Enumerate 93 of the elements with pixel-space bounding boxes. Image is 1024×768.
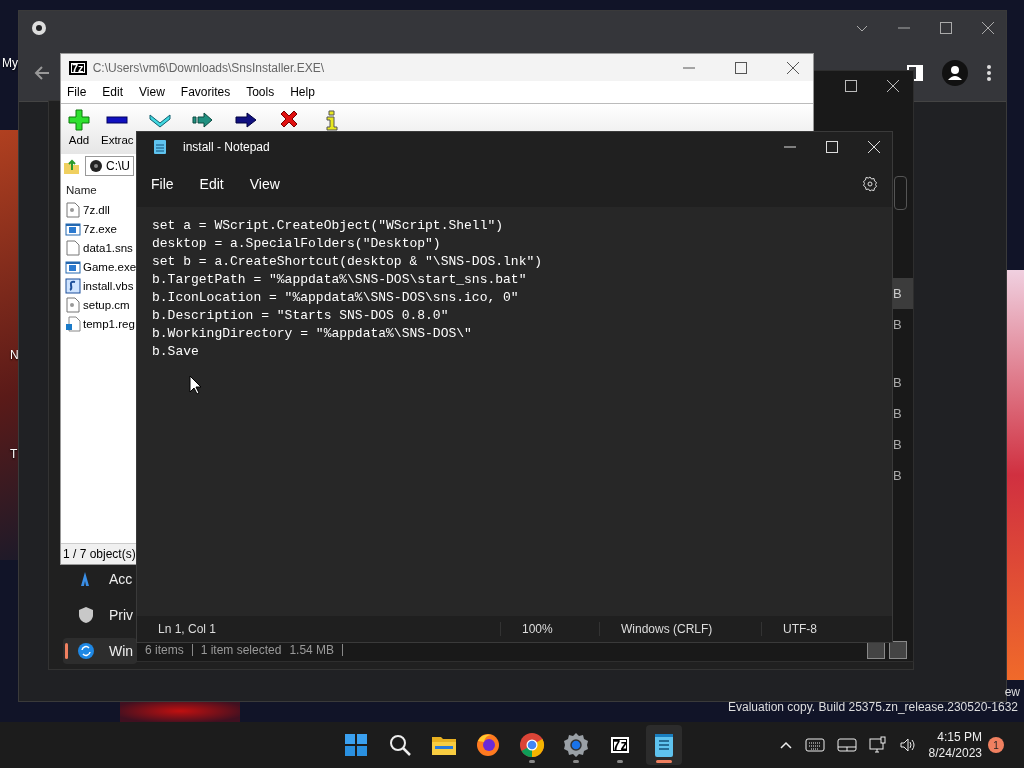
close-button[interactable] xyxy=(982,22,994,34)
desktop-icon-label[interactable]: T xyxy=(10,447,18,461)
app-logo: 7z xyxy=(69,60,87,75)
window-file-icon xyxy=(65,220,81,237)
status-text: 1 / 7 object(s) xyxy=(63,547,136,561)
menu-item[interactable]: Favorites xyxy=(180,85,231,99)
gear-file-icon xyxy=(65,296,81,313)
blocks-file-icon xyxy=(65,315,81,332)
file-row[interactable]: setup.cm xyxy=(65,295,130,314)
start-icon xyxy=(343,732,369,758)
tiles-view-button[interactable] xyxy=(889,641,907,659)
more-icon[interactable] xyxy=(986,64,992,82)
shield-icon xyxy=(77,606,95,624)
column-header[interactable]: Name xyxy=(65,182,97,200)
toolbar-button[interactable]: Extrac xyxy=(101,108,134,146)
file-row[interactable]: install.vbs xyxy=(65,276,134,295)
menu-item[interactable]: File xyxy=(67,85,87,99)
file-row[interactable]: 7z.exe xyxy=(65,219,117,238)
size-cell-text: B xyxy=(892,467,903,485)
file-row[interactable]: Game.exe xyxy=(65,257,137,276)
keyboard-icon[interactable] xyxy=(804,738,825,752)
code-line: desktop = a.SpecialFolders("Desktop") xyxy=(152,235,442,253)
version-text: ew xyxy=(1004,685,1020,699)
drive-icon xyxy=(89,159,103,173)
mouse-cursor-icon xyxy=(189,375,203,395)
menu-item[interactable]: File xyxy=(151,176,174,192)
size-cell-text: B xyxy=(892,374,903,392)
desktop-icon-label[interactable]: My xyxy=(2,56,18,70)
size-cell-text: B xyxy=(892,405,903,423)
menu-item[interactable]: View xyxy=(139,85,165,99)
sidebar-item[interactable]: Acc xyxy=(63,566,137,592)
size-cell-text: B xyxy=(892,436,903,454)
menu-item[interactable]: Edit xyxy=(199,176,224,192)
code-line: b.WorkingDirectory = "%appdata%\SNS-DOS\" xyxy=(152,325,473,343)
sidebar-item[interactable]: Priv xyxy=(63,602,137,628)
code-line: b.TargetPath = "%appdata%\SNS-DOS\start_sns.bat" xyxy=(152,271,528,289)
browser-icon xyxy=(475,732,501,758)
code-line: set b = a.CreateShortcut(desktop & "\SNS-DOS.lnk") xyxy=(152,253,544,271)
back-icon[interactable] xyxy=(33,64,51,82)
sync-icon xyxy=(77,642,95,660)
maximize-button[interactable] xyxy=(735,61,747,74)
maximize-button[interactable] xyxy=(940,22,952,34)
window-title: install - Notepad xyxy=(183,139,270,154)
window-file-icon xyxy=(65,258,81,275)
window-title: C:\Users\vm6\Downloads\SnsInstaller.EXE\ xyxy=(92,60,325,75)
selection-info: 1 item selected xyxy=(200,643,282,657)
browser-icon xyxy=(519,732,545,758)
status-text: Ln 1, Col 1 xyxy=(157,622,218,636)
address-field[interactable]: C:\U xyxy=(85,156,134,176)
volume-icon[interactable] xyxy=(898,736,917,754)
toolbar-button[interactable]: Add xyxy=(67,108,91,146)
chevron-up-icon[interactable] xyxy=(778,740,793,750)
file-icon xyxy=(65,239,81,256)
code-line: b.IconLocation = "%appdata%\SNS-DOS\sns.ico, 0" xyxy=(152,289,520,307)
menu-item[interactable]: Tools xyxy=(246,85,275,99)
sidebar-icon[interactable] xyxy=(906,64,924,82)
network-icon[interactable] xyxy=(868,736,887,754)
file-row[interactable]: 7z.dll xyxy=(65,200,110,219)
menu-item[interactable]: View xyxy=(249,176,280,192)
desktop-icon-label[interactable]: N xyxy=(10,348,19,362)
taskbar-app[interactable] xyxy=(646,725,682,765)
status-text: UTF-8 xyxy=(761,622,883,636)
gear-file-icon xyxy=(65,201,81,218)
menu-item[interactable]: Help xyxy=(290,85,315,99)
build-text: Evaluation copy. Build 25375.zn_release.230520-1632 xyxy=(728,700,1018,714)
status-text: Windows (CRLF) xyxy=(599,622,761,636)
sidebar-item[interactable]: Win xyxy=(63,638,137,664)
gear-icon xyxy=(563,732,589,758)
touchpad-icon[interactable] xyxy=(836,738,857,752)
script-file-icon xyxy=(65,277,81,294)
notification-badge[interactable]: 1 xyxy=(988,737,1004,753)
close-button[interactable] xyxy=(887,80,899,92)
search-icon xyxy=(387,732,413,758)
clock[interactable]: 4:15 PM 8/24/2023 xyxy=(928,730,982,760)
search-field[interactable] xyxy=(894,176,907,210)
close-button[interactable] xyxy=(787,61,799,74)
folder-up-icon[interactable] xyxy=(63,157,81,175)
size-cell-text: B xyxy=(892,316,903,334)
code-line: b.Description = "Starts SNS-DOS 0.8.0" xyxy=(152,307,450,325)
menu-item[interactable]: Edit xyxy=(102,85,124,99)
profile-icon[interactable] xyxy=(942,60,968,86)
code-line: set a = WScript.CreateObject("WScript.Shell") xyxy=(152,217,505,235)
settings-icon[interactable] xyxy=(862,176,878,192)
file-row[interactable]: data1.sns xyxy=(65,238,133,257)
maximize-button[interactable] xyxy=(845,80,857,92)
status-text: 100% xyxy=(500,622,599,636)
selection-size: 1.54 MB xyxy=(289,643,335,657)
code-line: b.Save xyxy=(152,343,200,361)
plus-icon xyxy=(67,108,91,132)
item-count: 6 items xyxy=(145,643,184,657)
notepad-icon xyxy=(153,138,167,155)
tab-icon[interactable] xyxy=(31,20,47,36)
file-row[interactable]: temp1.reg xyxy=(65,314,135,333)
